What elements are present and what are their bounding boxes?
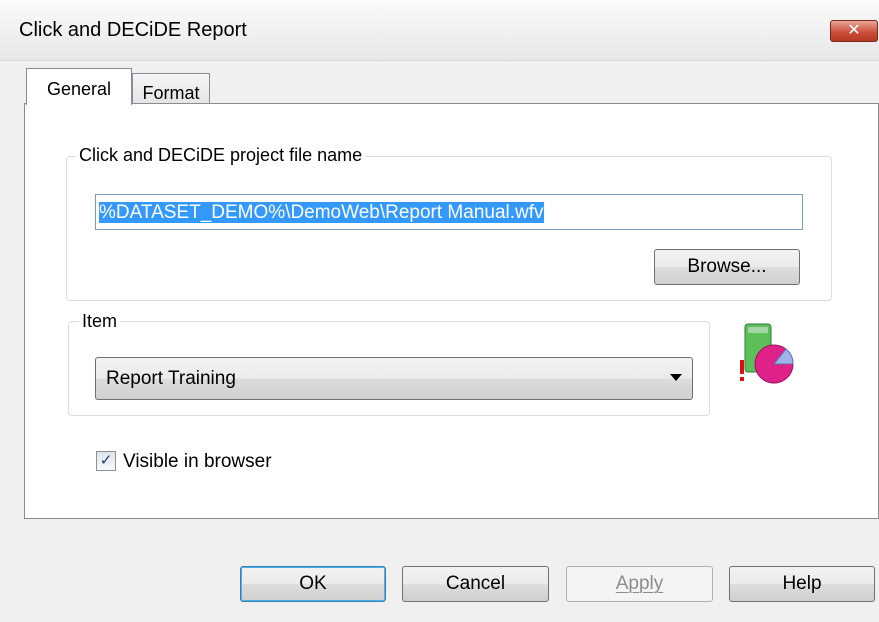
item-group-legend: Item (79, 311, 121, 332)
apply-button[interactable]: Apply (566, 566, 713, 602)
help-button[interactable]: Help (729, 566, 875, 602)
project-file-value: %DATASET_DEMO%\DemoWeb\Report Manual.wfv (99, 202, 544, 223)
tab-format[interactable]: Format (132, 73, 210, 106)
checkmark-icon: ✓ (99, 452, 113, 469)
tab-format-label: Format (142, 83, 200, 103)
item-select-value: Report Training (106, 368, 236, 389)
window-title: Click and DECiDE Report (19, 19, 247, 41)
project-file-input[interactable]: %DATASET_DEMO%\DemoWeb\Report Manual.wfv (95, 194, 803, 230)
close-button[interactable]: ✕ (830, 20, 878, 42)
apply-button-label: Apply (615, 573, 664, 594)
close-icon: ✕ (847, 22, 861, 39)
cancel-button[interactable]: Cancel (402, 566, 549, 602)
cancel-button-label: Cancel (445, 573, 506, 594)
chevron-down-icon (670, 374, 682, 381)
ok-button[interactable]: OK (240, 566, 386, 602)
help-button-label: Help (782, 573, 822, 594)
item-select[interactable]: Report Training (95, 357, 693, 400)
report-chart-icon (738, 322, 804, 392)
browse-button-label: Browse... (687, 256, 767, 277)
title-bar: Click and DECiDE Report ✕ (0, 0, 879, 61)
tab-general[interactable]: General (26, 68, 132, 105)
ok-button-label: OK (299, 573, 327, 594)
file-group-legend: Click and DECiDE project file name (76, 145, 366, 166)
visible-in-browser-checkbox[interactable]: ✓ (96, 451, 116, 471)
browse-button[interactable]: Browse... (654, 249, 800, 285)
tab-general-label: General (46, 79, 112, 99)
visible-in-browser-label: Visible in browser (123, 451, 272, 472)
